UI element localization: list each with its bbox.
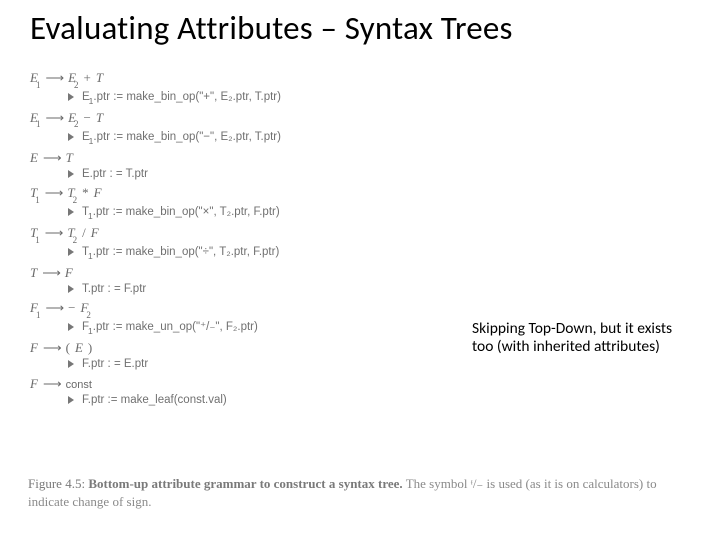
semantic-rule: E1.ptr := make_bin_op("−", E₂.ptr, T.ptr…	[68, 130, 450, 146]
arrow-icon: ⟶	[43, 340, 61, 356]
grammar-rule: E1 ⟶ E2−T E1.ptr := make_bin_op("−", E₂.ptr…	[30, 110, 450, 146]
triangle-icon	[68, 396, 74, 404]
prod-token: F2	[80, 300, 90, 319]
prod-lhs: F1	[30, 300, 40, 319]
grammar-rule: F ⟶ constF.ptr := make_leaf(const.val)	[30, 376, 450, 408]
semantic-rule: E.ptr : = T.ptr	[68, 167, 450, 181]
prod-token: F	[65, 265, 73, 281]
production: E1 ⟶ E2 + T	[30, 70, 450, 89]
arrow-icon: ⟶	[42, 265, 60, 281]
prod-token: T	[96, 110, 103, 126]
prod-lhs: T1	[30, 225, 40, 244]
grammar-rule: E ⟶ T E.ptr : = T.ptr	[30, 150, 450, 182]
semantic-body: E.ptr : = T.ptr	[82, 167, 148, 181]
triangle-icon	[68, 93, 74, 101]
semantic-rule: F.ptr : = E.ptr	[68, 357, 450, 371]
prod-lhs: E	[30, 150, 38, 166]
production: F ⟶ ( E)	[30, 340, 450, 356]
grammar-rule: T1 ⟶T2 * F T1.ptr := make_bin_op("×", T₂.ptr…	[30, 185, 450, 221]
semantic-rule: T1.ptr := make_bin_op("×", T₂.ptr, F.ptr…	[68, 205, 450, 221]
grammar-block: E1 ⟶ E2 + T E1.ptr := make_bin_op("+", E₂.ptr…	[30, 70, 450, 412]
semantic-rule: F.ptr := make_leaf(const.val)	[68, 393, 450, 407]
prod-token: *	[82, 185, 89, 201]
triangle-icon	[68, 170, 74, 178]
grammar-rule: E1 ⟶ E2 + T E1.ptr := make_bin_op("+", E₂.ptr…	[30, 70, 450, 106]
semantic-body: F.ptr : = E.ptr	[82, 357, 148, 371]
semantic-body: F1.ptr := make_un_op("⁺/₋", F₂.ptr)	[82, 320, 258, 336]
prod-token: −	[68, 300, 75, 316]
grammar-rule: F ⟶ ( E)F.ptr : = E.ptr	[30, 340, 450, 372]
triangle-icon	[68, 133, 74, 141]
triangle-icon	[68, 285, 74, 293]
prod-token: )	[88, 340, 92, 356]
prod-token: T2	[67, 185, 77, 204]
arrow-icon: ⟶	[43, 150, 61, 166]
triangle-icon	[68, 248, 74, 256]
prod-token: T	[96, 70, 103, 86]
caption-lead: Figure 4.5:	[28, 476, 85, 491]
semantic-body: T1.ptr := make_bin_op("×", T₂.ptr, F.ptr…	[82, 205, 280, 221]
semantic-rule: E1.ptr := make_bin_op("+", E₂.ptr, T.ptr…	[68, 90, 450, 106]
prod-token: (	[66, 340, 70, 356]
arrow-icon: ⟶	[43, 376, 61, 392]
grammar-rule: F1 ⟶−F2F1.ptr := make_un_op("⁺/₋", F₂.ptr…	[30, 300, 450, 336]
figure-caption: Figure 4.5: Bottom-up attribute grammar …	[28, 475, 668, 510]
prod-token: −	[84, 110, 91, 126]
arrow-icon: ⟶	[45, 110, 63, 126]
prod-token: T2	[67, 225, 77, 244]
production: F ⟶ const	[30, 376, 450, 393]
grammar-rule: T1 ⟶T2 / F T1.ptr := make_bin_op("÷", T₂.ptr…	[30, 225, 450, 261]
prod-token: F	[91, 225, 99, 241]
semantic-rule: T1.ptr := make_bin_op("÷", T₂.ptr, F.ptr…	[68, 245, 450, 261]
prod-lhs: E1	[30, 110, 40, 129]
semantic-body: T.ptr : = F.ptr	[82, 282, 146, 296]
caption-strong: Bottom-up attribute grammar to construct…	[88, 476, 402, 491]
prod-token: +	[84, 70, 91, 86]
prod-lhs: T	[30, 265, 37, 281]
semantic-body: E1.ptr := make_bin_op("−", E₂.ptr, T.ptr…	[82, 130, 281, 146]
prod-token: const	[66, 379, 92, 393]
prod-token: T	[66, 150, 73, 166]
semantic-rule: T.ptr : = F.ptr	[68, 282, 450, 296]
semantic-rule: F1.ptr := make_un_op("⁺/₋", F₂.ptr)	[68, 320, 450, 336]
prod-lhs: F	[30, 340, 38, 356]
arrow-icon: ⟶	[45, 70, 63, 86]
prod-token: E	[75, 340, 83, 356]
triangle-icon	[68, 208, 74, 216]
semantic-body: E1.ptr := make_bin_op("+", E₂.ptr, T.ptr…	[82, 90, 281, 106]
semantic-body: T1.ptr := make_bin_op("÷", T₂.ptr, F.ptr…	[82, 245, 279, 261]
grammar-rule: T ⟶ F T.ptr : = F.ptr	[30, 265, 450, 297]
prod-token: /	[82, 225, 86, 241]
slide-title: Evaluating Attributes – Syntax Trees	[30, 8, 700, 48]
arrow-icon: ⟶	[45, 185, 63, 201]
prod-token: E2	[68, 110, 78, 129]
triangle-icon	[68, 323, 74, 331]
production: F1 ⟶−F2	[30, 300, 450, 319]
production: T ⟶ F	[30, 265, 450, 281]
arrow-icon: ⟶	[45, 300, 63, 316]
side-note: Skipping Top-Down, but it exists too (wi…	[472, 320, 682, 357]
prod-token: F	[94, 185, 102, 201]
production: T1 ⟶T2 * F	[30, 185, 450, 204]
triangle-icon	[68, 360, 74, 368]
slide: Evaluating Attributes – Syntax Trees E1 ⟶…	[0, 0, 720, 540]
production: E ⟶ T	[30, 150, 450, 166]
prod-lhs: E1	[30, 70, 40, 89]
arrow-icon: ⟶	[45, 225, 63, 241]
semantic-body: F.ptr := make_leaf(const.val)	[82, 393, 227, 407]
prod-lhs: T1	[30, 185, 40, 204]
production: E1 ⟶ E2−T	[30, 110, 450, 129]
prod-lhs: F	[30, 376, 38, 392]
production: T1 ⟶T2 / F	[30, 225, 450, 244]
prod-token: E2	[68, 70, 78, 89]
